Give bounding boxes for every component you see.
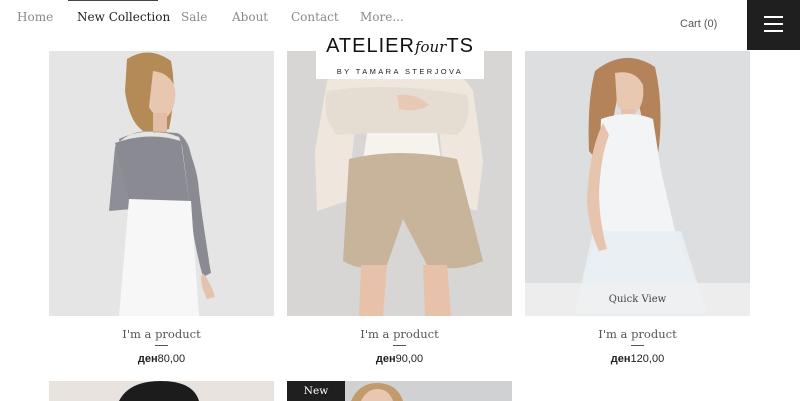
product-image-3[interactable] [525, 51, 750, 316]
cart-link[interactable]: Cart (0) [680, 18, 717, 30]
nav-item-home[interactable]: Home [17, 10, 53, 24]
logo-word-right: TS [446, 35, 474, 57]
logo-tagline: BY TAMARA STERJOVA [336, 67, 464, 76]
product-image-4[interactable] [49, 381, 274, 401]
hamburger-icon-bar [764, 23, 783, 25]
product-divider-2 [393, 345, 406, 346]
price-amount: 90,00 [395, 353, 424, 365]
nav-item-sale[interactable]: Sale [181, 10, 207, 24]
quick-view-button[interactable]: Quick View [525, 283, 750, 316]
nav-item-contact[interactable]: Contact [291, 10, 339, 24]
model-photo-1 [109, 52, 215, 316]
product-name-3[interactable]: I'm a product [525, 327, 750, 341]
product-divider-1 [155, 345, 168, 346]
currency-label: ден [375, 353, 396, 365]
product-price-3: ден120,00 [525, 353, 750, 365]
currency-label: ден [610, 353, 631, 365]
model-photo-2 [315, 62, 483, 316]
product-price-2: ден90,00 [287, 353, 512, 365]
product-image-2[interactable] [287, 51, 512, 316]
logo-word-left: ATELIER [326, 35, 415, 57]
hamburger-icon-bar [764, 30, 783, 32]
currency-label: ден [137, 353, 158, 365]
product-image-1[interactable] [49, 51, 274, 316]
nav-item-more[interactable]: More... [360, 10, 404, 24]
brand-logo[interactable]: ATELIERfourTS BY TAMARA STERJOVA [316, 31, 484, 79]
logo-wordmark: ATELIERfourTS [316, 35, 484, 58]
nav-item-new-collection[interactable]: New Collection [77, 10, 170, 24]
logo-word-script: four [414, 38, 447, 56]
model-photo-4 [119, 381, 199, 401]
product-divider-3 [631, 345, 644, 346]
model-photo-3 [575, 57, 707, 313]
hamburger-menu-button[interactable] [747, 0, 800, 50]
product-name-2[interactable]: I'm a product [287, 327, 512, 341]
hamburger-icon [764, 16, 783, 18]
price-amount: 120,00 [630, 353, 665, 365]
product-name-1[interactable]: I'm a product [49, 327, 274, 341]
nav-item-about[interactable]: About [232, 10, 268, 24]
price-amount: 80,00 [157, 353, 186, 365]
new-badge: New [287, 381, 345, 401]
active-nav-indicator [68, 0, 158, 1]
product-price-1: ден80,00 [49, 353, 274, 365]
